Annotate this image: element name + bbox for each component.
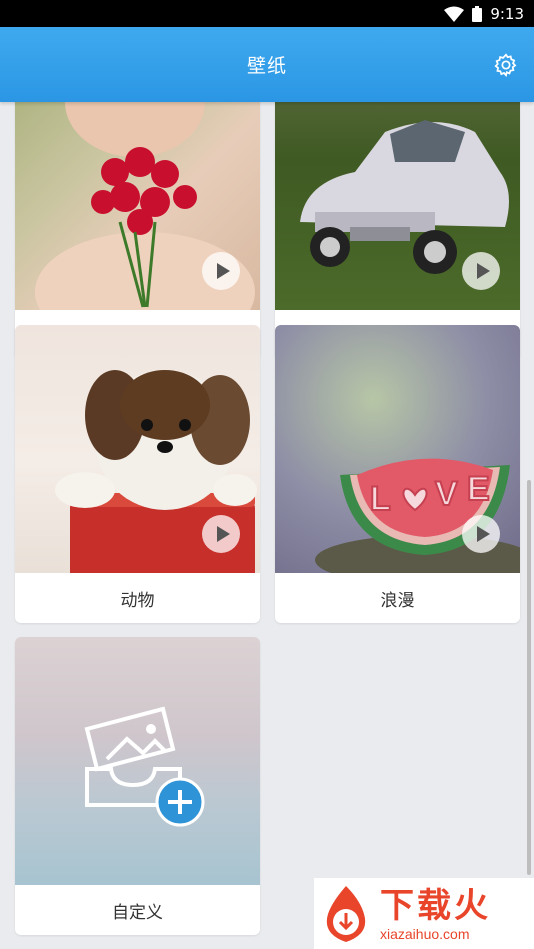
image-icon [84, 706, 182, 807]
clock: 9:13 [490, 4, 524, 23]
play-button[interactable] [202, 252, 240, 290]
romance-thumbnail: L V E [275, 325, 520, 573]
battery-icon [472, 5, 483, 22]
add-icon [155, 777, 205, 827]
svg-text:L: L [370, 480, 391, 518]
svg-text:V: V [435, 475, 458, 513]
category-card-romance[interactable]: L V E 浪漫 [275, 325, 520, 623]
svg-text:E: E [467, 470, 490, 508]
category-card-animal[interactable]: 动物 [15, 325, 260, 623]
category-card-beauty[interactable]: 美女 [15, 102, 260, 360]
play-button[interactable] [462, 252, 500, 290]
custom-thumbnail [15, 637, 260, 885]
play-button[interactable] [202, 515, 240, 553]
category-label: 自定义 [112, 902, 163, 923]
flame-icon [326, 885, 366, 942]
beauty-thumbnail [15, 102, 260, 310]
category-card-machine[interactable]: 机械 [275, 102, 520, 360]
category-grid[interactable]: 美女 机械 [0, 102, 534, 949]
watermark-logo: 下载火 xiazaihuo.com [314, 878, 534, 949]
machine-thumbnail [275, 102, 520, 310]
category-label: 浪漫 [380, 590, 415, 611]
category-card-custom[interactable]: 自定义 [15, 637, 260, 935]
category-label: 动物 [120, 590, 155, 611]
watermark-brand: 下载火 [380, 885, 491, 926]
animal-thumbnail [15, 325, 260, 573]
page-title: 壁纸 [246, 55, 287, 77]
scrollbar[interactable] [527, 480, 531, 875]
watermark-url: xiazaihuo.com [380, 925, 470, 942]
wifi-icon [444, 6, 465, 22]
gear-icon [494, 53, 517, 78]
settings-button[interactable] [492, 51, 520, 79]
app-bar: 壁纸 [0, 27, 534, 102]
play-button[interactable] [462, 515, 500, 553]
status-bar: 9:13 [0, 0, 534, 27]
